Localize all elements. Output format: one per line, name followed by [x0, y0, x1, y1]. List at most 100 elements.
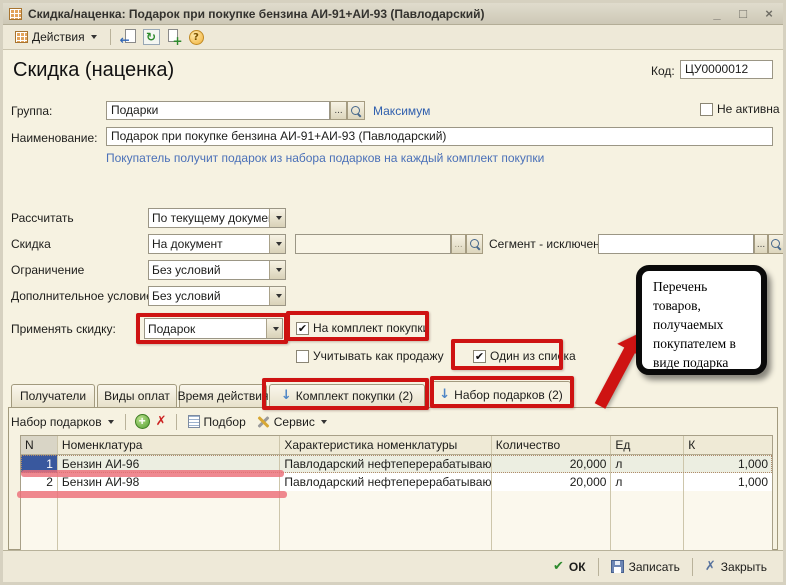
page-title: Скидка (наценка) — [13, 59, 174, 82]
code-label: Код: — [651, 64, 675, 78]
tab-recipients[interactable]: Получатели — [11, 384, 95, 407]
maximize-button[interactable]: □ — [735, 6, 751, 21]
segment-label: Сегмент - исключение — [489, 237, 613, 251]
checkbox-icon — [700, 103, 713, 116]
annotation-box-tab-gift-set — [430, 376, 574, 408]
magnifier-icon — [771, 239, 781, 249]
ok-label: ОК — [569, 560, 586, 574]
chevron-down-icon — [108, 420, 114, 424]
col-header-nomenclature[interactable]: Номенклатура — [58, 436, 280, 454]
segment-ellipsis-button[interactable]: ... — [754, 234, 768, 254]
group-ellipsis-button[interactable]: ... — [330, 101, 347, 120]
discount-search-button[interactable] — [466, 234, 483, 254]
combo-arrow-icon[interactable] — [269, 209, 285, 227]
annotation-arrow — [595, 347, 636, 409]
magnifier-icon — [351, 106, 361, 116]
tab-label: Получатели — [20, 389, 86, 403]
gift-set-menu-button[interactable]: Набор подарков — [9, 414, 116, 430]
extra-condition-value: Без условий — [149, 289, 269, 303]
extra-condition-combobox[interactable]: Без условий — [148, 286, 286, 306]
discount-label: Скидка — [11, 237, 51, 251]
code-field[interactable]: ЦУ0000012 — [680, 60, 773, 79]
minimize-button[interactable]: _ — [709, 6, 725, 21]
annotation-box-apply-discount — [136, 313, 288, 344]
pick-button[interactable]: Подбор — [186, 414, 248, 430]
reread-icon[interactable] — [120, 29, 137, 45]
chevron-down-icon — [91, 35, 97, 39]
discount-value: На документ — [149, 237, 269, 251]
footer-separator — [598, 558, 599, 576]
window-grid-icon — [9, 8, 22, 20]
discount-extra-field[interactable] — [295, 234, 451, 254]
actions-menu-button[interactable]: Действия — [11, 28, 101, 46]
tab-validity-time[interactable]: Время действия — [179, 384, 267, 407]
k-cell: 1,000 — [684, 455, 772, 473]
col-header-characteristic[interactable]: Характеристика номенклатуры — [280, 436, 491, 454]
add-row-icon[interactable]: + — [135, 414, 150, 429]
actions-label: Действия — [32, 30, 85, 44]
main-toolbar: Действия ↻ ? — [3, 25, 783, 50]
calc-value: По текущему документу — [149, 211, 269, 225]
name-field[interactable]: Подарок при покупке бензина АИ-91+АИ-93 … — [106, 127, 773, 146]
group-field[interactable]: Подарки — [106, 101, 330, 120]
refresh-icon[interactable]: ↻ — [143, 29, 160, 45]
unit-cell: л — [611, 473, 684, 491]
segment-search-button[interactable] — [768, 234, 784, 254]
marker-stripe — [21, 470, 284, 477]
form-area: Скидка (наценка) Код: ЦУ0000012 Группа: … — [3, 50, 783, 550]
close-button[interactable]: × — [761, 6, 777, 21]
combo-arrow-icon[interactable] — [269, 261, 285, 279]
gift-set-menu-label: Набор подарков — [11, 415, 102, 429]
floppy-icon — [611, 560, 624, 573]
col-header-qty[interactable]: Количество — [492, 436, 612, 454]
characteristic-cell: Павлодарский нефтеперерабатываю... — [280, 455, 491, 473]
toolbar-separator — [110, 29, 111, 45]
table-toolbar: Набор подарков + ✗ Подбор Сервис — [9, 410, 775, 433]
save-button[interactable]: Записать — [605, 557, 686, 577]
combo-arrow-icon[interactable] — [269, 287, 285, 305]
checkbox-icon — [296, 350, 309, 363]
discount-combobox[interactable]: На документ — [148, 234, 286, 254]
col-header-n[interactable]: N — [21, 436, 58, 454]
qty-cell: 20,000 — [492, 455, 612, 473]
extra-condition-label: Дополнительное условие — [11, 289, 153, 303]
inactive-label: Не активна — [717, 102, 780, 116]
col-header-unit[interactable]: Ед — [611, 436, 684, 454]
apply-discount-label: Применять скидку: — [11, 322, 116, 336]
toolbar-separator — [176, 414, 177, 430]
restriction-value: Без условий — [149, 263, 269, 277]
ok-check-icon: ✔ — [553, 559, 564, 574]
inactive-checkbox[interactable]: Не активна — [700, 102, 780, 116]
annotation-box-one-of-list — [451, 339, 563, 370]
ok-button[interactable]: ✔ ОК — [547, 556, 592, 577]
close-form-button[interactable]: ✗ Закрыть — [699, 556, 773, 577]
tab-label: Время действия — [178, 389, 269, 403]
delete-row-icon[interactable]: ✗ — [156, 414, 167, 429]
calc-combobox[interactable]: По текущему документу — [148, 208, 286, 228]
col-header-k[interactable]: К — [684, 436, 772, 454]
calc-label: Рассчитать — [11, 211, 74, 225]
segment-field[interactable] — [598, 234, 754, 254]
maximum-link[interactable]: Максимум — [373, 104, 430, 118]
close-x-icon: ✗ — [705, 559, 716, 574]
combo-arrow-icon[interactable] — [269, 235, 285, 253]
table-header-row: N Номенклатура Характеристика номенклату… — [21, 436, 772, 455]
tools-icon — [256, 415, 270, 429]
help-icon[interactable]: ? — [189, 30, 204, 45]
unit-cell: л — [611, 455, 684, 473]
pick-label: Подбор — [204, 415, 246, 429]
annotation-callout: Перечень товаров, получаемых покупателем… — [636, 265, 767, 375]
app-window: Скидка/наценка: Подарок при покупке бенз… — [0, 0, 786, 585]
footer-separator — [692, 558, 693, 576]
footer-bar: ✔ ОК Записать ✗ Закрыть — [3, 550, 783, 582]
actions-grid-icon — [15, 31, 28, 43]
restriction-combobox[interactable]: Без условий — [148, 260, 286, 280]
tab-payment-types[interactable]: Виды оплат — [97, 384, 177, 407]
service-menu-button[interactable]: Сервис — [254, 414, 329, 430]
discount-ellipsis-button[interactable]: ... — [451, 234, 466, 254]
as-sale-checkbox[interactable]: Учитывать как продажу — [296, 349, 444, 363]
copy-add-icon[interactable] — [166, 29, 183, 45]
group-search-button[interactable] — [347, 101, 365, 120]
title-bar: Скидка/наценка: Подарок при покупке бенз… — [3, 3, 783, 25]
hint-text: Покупатель получит подарок из набора под… — [106, 151, 544, 165]
